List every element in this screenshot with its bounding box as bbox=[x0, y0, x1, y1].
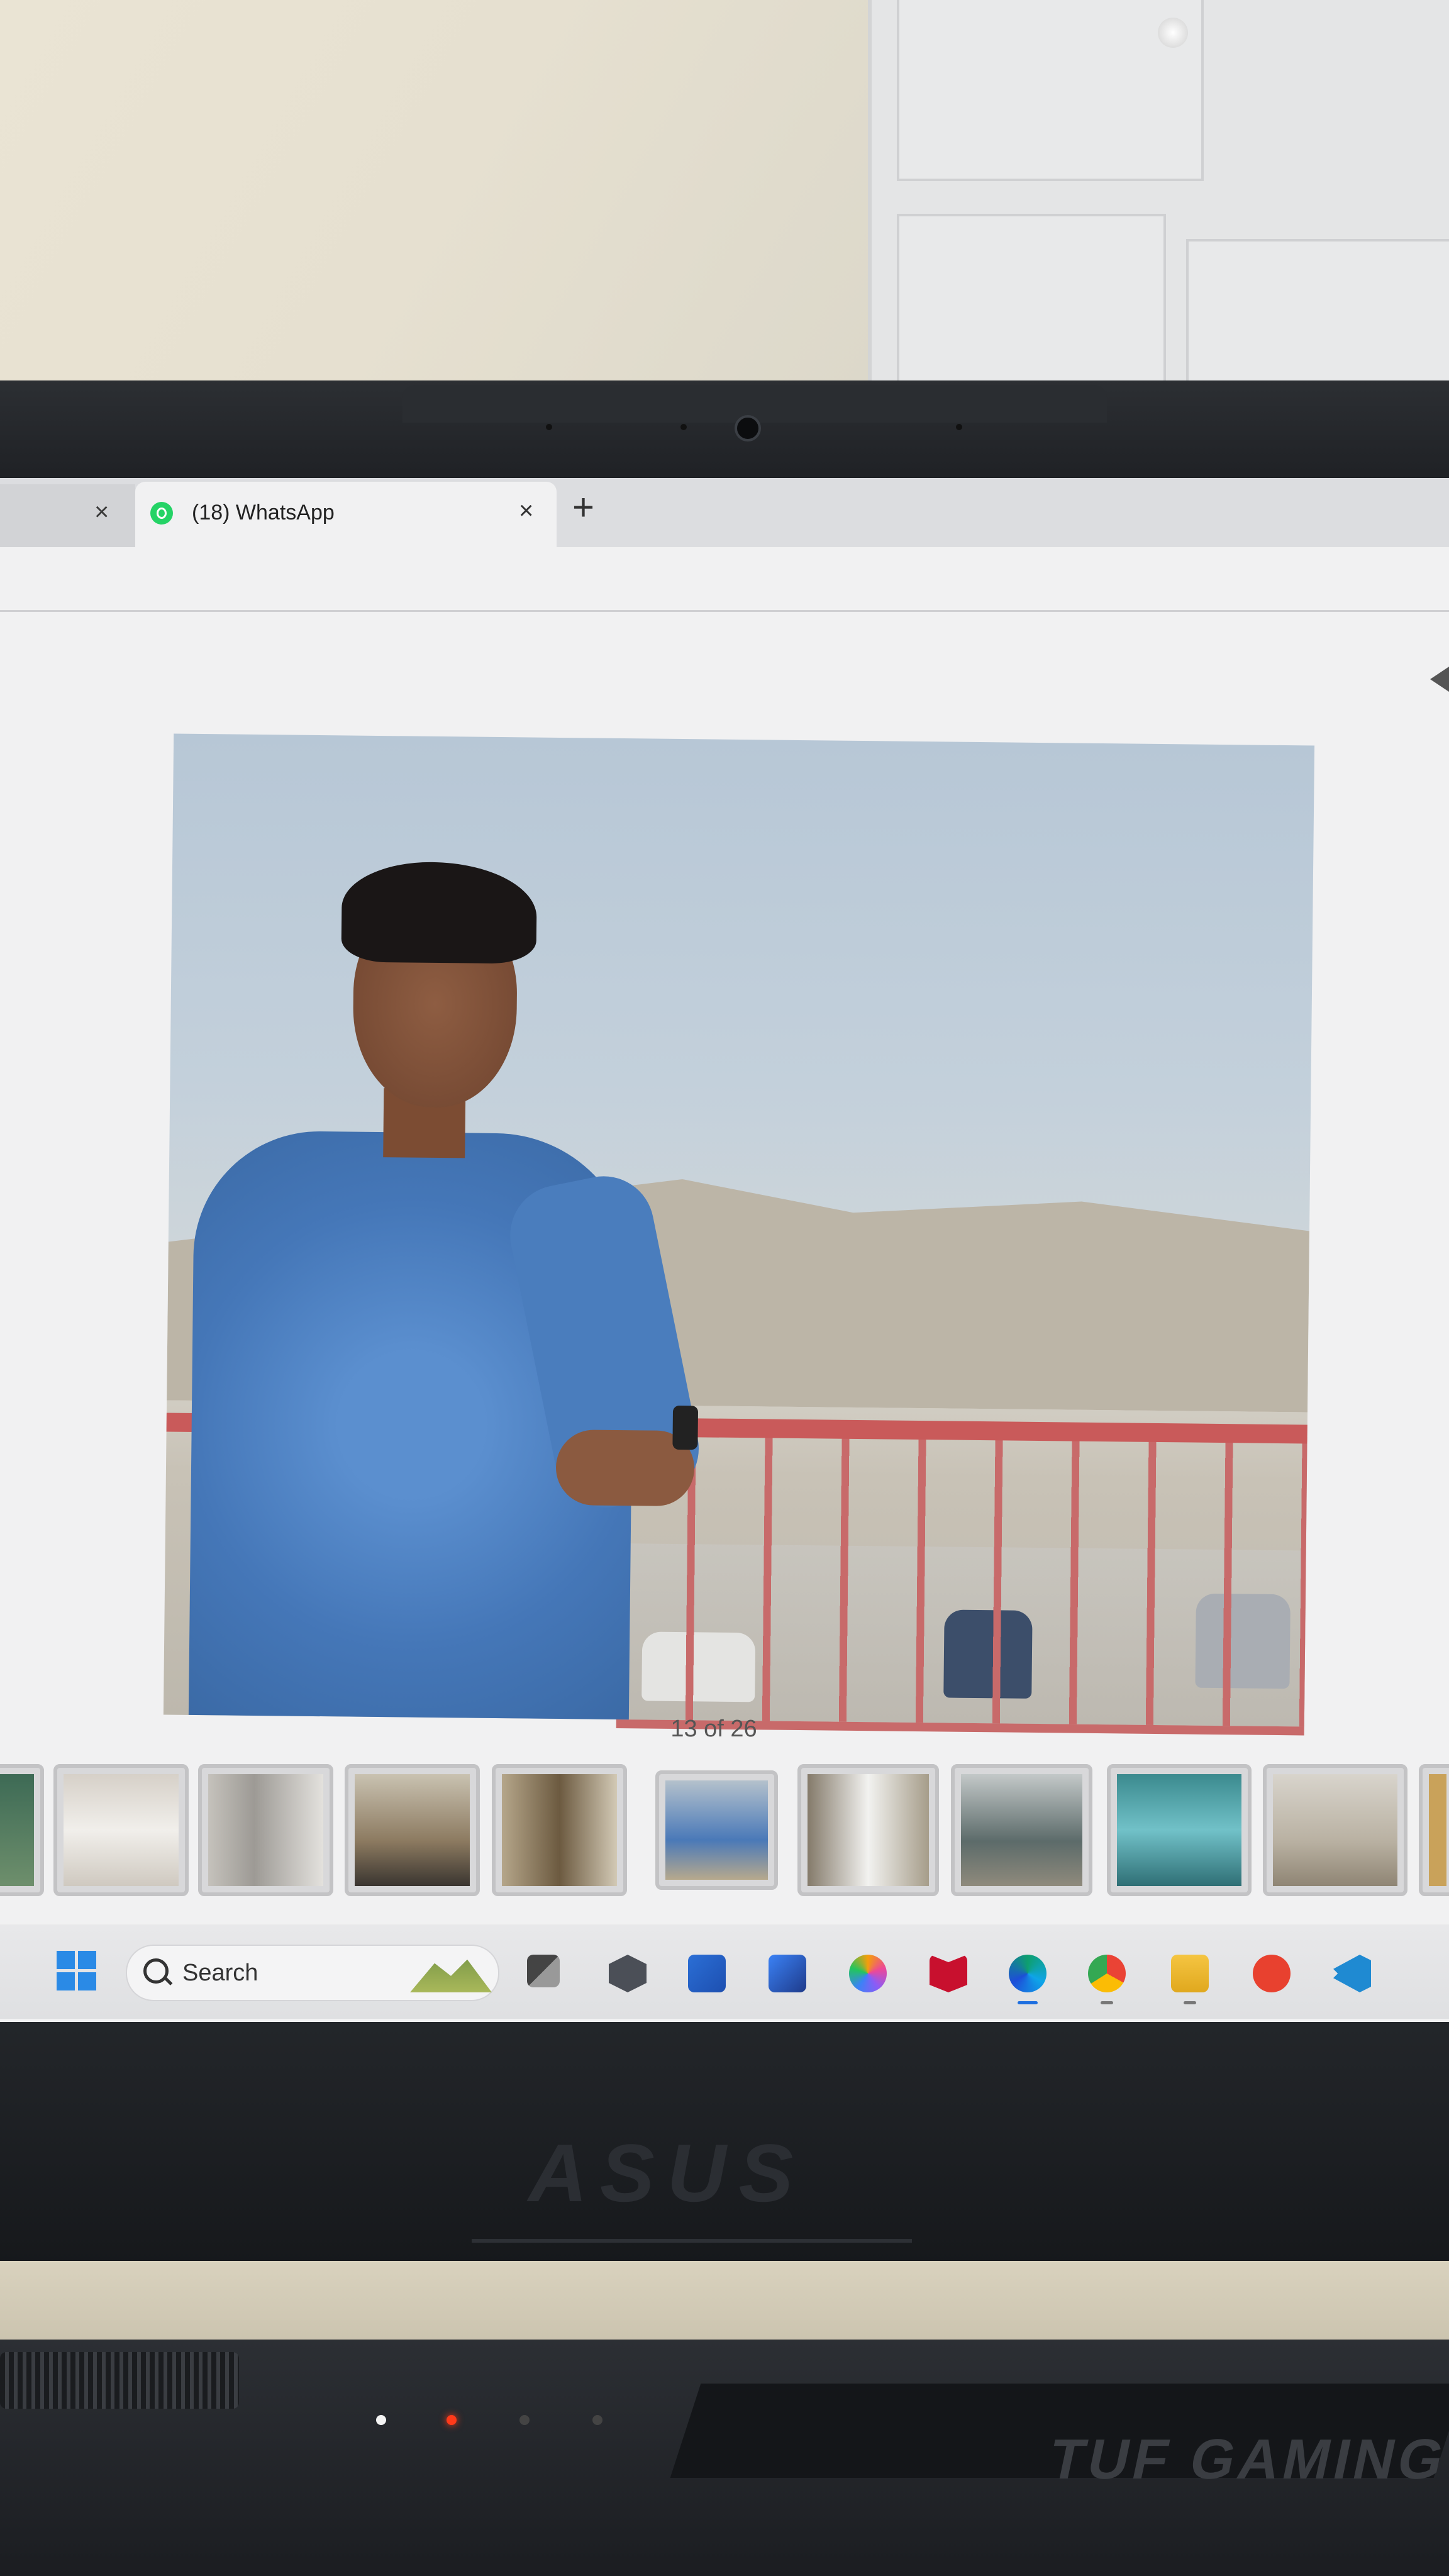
close-icon[interactable]: × bbox=[94, 498, 109, 526]
vent-grille bbox=[0, 2352, 239, 2409]
windows-start-icon[interactable] bbox=[57, 1951, 97, 1991]
chrome-icon[interactable] bbox=[1088, 1955, 1126, 2004]
thumbnail[interactable] bbox=[951, 1764, 1092, 1896]
file-explorer-icon[interactable] bbox=[1171, 1955, 1209, 2004]
search-label: Search bbox=[182, 1960, 258, 1986]
thumbnail[interactable] bbox=[797, 1764, 939, 1896]
taskbar: Search bbox=[0, 1924, 1449, 2019]
search-highlight-icon bbox=[410, 1959, 492, 1992]
thumbnail[interactable] bbox=[53, 1764, 189, 1896]
wps-office-icon[interactable] bbox=[1253, 1955, 1291, 1992]
brand-logo: ASUS bbox=[528, 2127, 806, 2219]
browser-tab-strip: × (18) WhatsApp × + bbox=[0, 478, 1449, 547]
tab-previous[interactable]: × bbox=[0, 484, 135, 547]
thumbnail[interactable] bbox=[198, 1764, 333, 1896]
ceiling-lamp bbox=[1158, 18, 1188, 48]
charge-led bbox=[447, 2415, 457, 2425]
thumbnail-selected[interactable] bbox=[655, 1770, 778, 1890]
text-app-icon[interactable] bbox=[769, 1955, 806, 1992]
thumbnail[interactable] bbox=[1263, 1764, 1407, 1896]
microsoft-store-icon[interactable] bbox=[688, 1955, 726, 1992]
close-icon[interactable]: × bbox=[519, 497, 533, 525]
status-led bbox=[519, 2415, 530, 2425]
ceiling bbox=[868, 0, 1449, 408]
tab-whatsapp[interactable]: (18) WhatsApp × bbox=[135, 482, 557, 547]
thumbnail-strip bbox=[0, 1764, 1449, 1902]
edge-icon[interactable] bbox=[1009, 1955, 1046, 2004]
power-led bbox=[376, 2415, 386, 2425]
screen: × (18) WhatsApp × + 13 of 26 Search bbox=[0, 478, 1449, 2088]
chevron-left-icon[interactable] bbox=[1430, 667, 1449, 692]
mcafee-icon[interactable] bbox=[930, 1955, 967, 1992]
thumbnail[interactable] bbox=[1419, 1764, 1449, 1896]
vscode-icon[interactable] bbox=[1333, 1955, 1371, 1992]
thumbnail[interactable] bbox=[0, 1764, 44, 1896]
search-icon bbox=[143, 1958, 169, 1984]
whatsapp-icon bbox=[150, 502, 173, 525]
thumbnail[interactable] bbox=[492, 1764, 627, 1896]
media-image[interactable] bbox=[163, 733, 1315, 1736]
media-counter: 13 of 26 bbox=[670, 1716, 757, 1742]
new-tab-button[interactable]: + bbox=[572, 486, 594, 529]
taskbar-search[interactable]: Search bbox=[126, 1945, 499, 2001]
browser-toolbar bbox=[0, 547, 1449, 612]
task-view-icon[interactable] bbox=[527, 1955, 560, 1987]
webcam bbox=[735, 415, 761, 441]
thumbnail[interactable] bbox=[345, 1764, 480, 1896]
tab-title: (18) WhatsApp bbox=[192, 501, 335, 525]
status-led bbox=[592, 2415, 602, 2425]
app-icon[interactable] bbox=[609, 1955, 647, 1992]
background-wall bbox=[0, 0, 868, 402]
series-logo: TUF GAMING bbox=[1043, 2428, 1449, 2491]
thumbnail[interactable] bbox=[1107, 1764, 1252, 1896]
copilot-icon[interactable] bbox=[849, 1955, 887, 1992]
